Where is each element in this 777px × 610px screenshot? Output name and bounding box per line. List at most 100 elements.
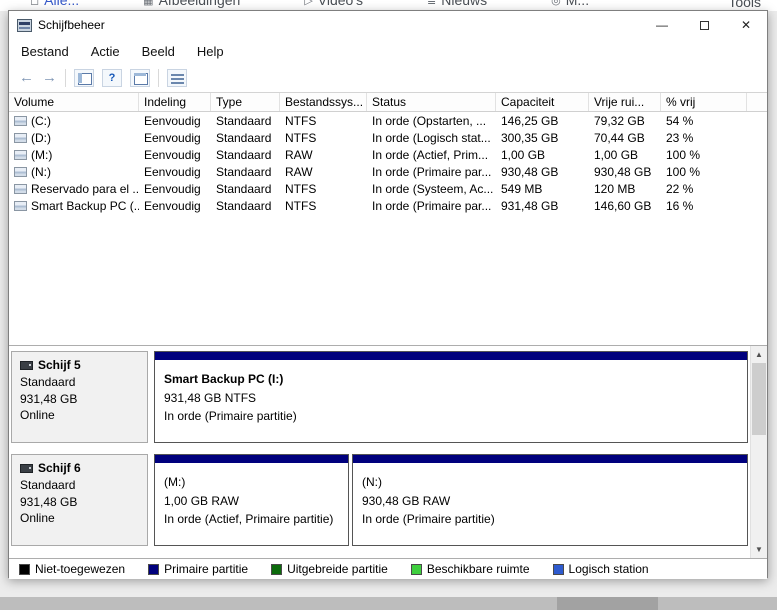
disk-info[interactable]: Schijf 6 Standaard 931,48 GB Online <box>11 454 148 546</box>
partition-smart-backup-pc[interactable]: Smart Backup PC (I:) 931,48 GB NTFS In o… <box>154 351 748 443</box>
cell-type: Standaard <box>211 129 280 146</box>
cell-type: Standaard <box>211 180 280 197</box>
menu-help[interactable]: Help <box>197 44 224 59</box>
column-capaciteit[interactable]: Capaciteit <box>496 93 589 111</box>
cell-volume: (D:) <box>31 131 51 145</box>
menu-actie[interactable]: Actie <box>91 44 120 59</box>
volume-icon <box>14 133 27 143</box>
legend-niet-toegewezen: Niet-toegewezen <box>19 562 125 576</box>
cell-status: In orde (Systeem, Ac... <box>367 180 496 197</box>
scroll-up-icon[interactable]: ▲ <box>751 346 767 363</box>
partition-status: In orde (Primaire partitie) <box>164 407 738 426</box>
disk-size: 931,48 GB <box>20 494 139 511</box>
cell-capaciteit: 300,35 GB <box>496 129 589 146</box>
menu-beeld[interactable]: Beeld <box>142 44 175 59</box>
window-controls: — ✕ <box>641 11 767 39</box>
tab-label: Alle... <box>44 0 79 8</box>
partition-m[interactable]: (M:) 1,00 GB RAW In orde (Actief, Primai… <box>154 454 349 546</box>
disk-status: Online <box>20 407 139 424</box>
toolbar: ← → ? <box>9 63 767 93</box>
action-pane-icon[interactable] <box>167 69 187 87</box>
partition-size: 931,48 GB NTFS <box>164 389 738 408</box>
disk-icon <box>20 464 33 473</box>
cell-capaciteit: 931,48 GB <box>496 197 589 214</box>
cell-volume: (C:) <box>31 114 51 128</box>
column-bestandssysteem[interactable]: Bestandssys... <box>280 93 367 111</box>
titlebar[interactable]: Schijfbeheer — ✕ <box>9 11 767 39</box>
list-header: Volume Indeling Type Bestandssys... Stat… <box>9 93 767 112</box>
cell-pct: 54 % <box>661 112 747 129</box>
properties-icon[interactable] <box>130 69 150 87</box>
menu-bestand[interactable]: Bestand <box>21 44 69 59</box>
image-icon: ▦ <box>143 0 153 7</box>
volume-icon <box>14 150 27 160</box>
partition-n[interactable]: (N:) 930,48 GB RAW In orde (Primaire par… <box>352 454 748 546</box>
tab-alle[interactable]: ◻ Alle... <box>30 0 79 8</box>
cell-status: In orde (Logisch stat... <box>367 129 496 146</box>
volume-icon <box>14 167 27 177</box>
taskbar-button[interactable] <box>557 597 658 610</box>
column-vrije-ruimte[interactable]: Vrije rui... <box>589 93 661 111</box>
disk-status: Online <box>20 510 139 527</box>
cell-capaciteit: 146,25 GB <box>496 112 589 129</box>
volume-icon <box>14 116 27 126</box>
cell-indeling: Eenvoudig <box>139 180 211 197</box>
legend-swatch <box>553 564 564 575</box>
column-volume[interactable]: Volume <box>9 93 139 111</box>
tab-nieuws[interactable]: ≣ Nieuws <box>427 0 487 8</box>
cell-type: Standaard <box>211 112 280 129</box>
table-row[interactable]: Smart Backup PC (... Eenvoudig Standaard… <box>9 197 767 214</box>
help-icon[interactable]: ? <box>102 69 122 87</box>
tab-maps[interactable]: ◎ M... <box>551 0 589 8</box>
cell-volume: (N:) <box>31 165 51 179</box>
disk-name: Schijf 5 <box>38 357 81 374</box>
column-filler <box>747 93 767 111</box>
column-indeling[interactable]: Indeling <box>139 93 211 111</box>
partition-color-bar <box>353 455 747 463</box>
vertical-scrollbar[interactable]: ▲ ▼ <box>750 346 767 558</box>
partition-color-bar <box>155 455 348 463</box>
console-tree-icon[interactable] <box>74 69 94 87</box>
legend-label: Uitgebreide partitie <box>287 562 388 576</box>
cell-capaciteit: 1,00 GB <box>496 146 589 163</box>
maximize-button[interactable] <box>683 11 725 39</box>
scroll-down-icon[interactable]: ▼ <box>751 541 767 558</box>
legend-label: Logisch station <box>569 562 649 576</box>
cell-capaciteit: 930,48 GB <box>496 163 589 180</box>
table-row[interactable]: Reservado para el ... Eenvoudig Standaar… <box>9 180 767 197</box>
tab-videos[interactable]: ▷ Video's <box>304 0 363 8</box>
disk-name: Schijf 6 <box>38 460 81 477</box>
toolbar-separator <box>65 69 66 87</box>
cell-volume: Smart Backup PC (... <box>31 199 139 213</box>
cell-volume: Reservado para el ... <box>31 182 139 196</box>
cell-type: Standaard <box>211 163 280 180</box>
tab-afbeeldingen[interactable]: ▦ Afbeeldingen <box>143 0 240 8</box>
column-type[interactable]: Type <box>211 93 280 111</box>
tools-link[interactable]: Tools <box>728 0 761 10</box>
disk-type: Standaard <box>20 477 139 494</box>
disk-management-window: Schijfbeheer — ✕ Bestand Actie Beeld Hel… <box>8 10 768 578</box>
scrollbar-thumb[interactable] <box>752 363 766 435</box>
column-pct-vrij[interactable]: % vrij <box>661 93 747 111</box>
partition-label: (M:) <box>164 473 339 492</box>
minimize-button[interactable]: — <box>641 11 683 39</box>
volume-icon <box>14 201 27 211</box>
legend-primaire-partitie: Primaire partitie <box>148 562 248 576</box>
column-status[interactable]: Status <box>367 93 496 111</box>
table-row[interactable]: (M:) Eenvoudig Standaard RAW In orde (Ac… <box>9 146 767 163</box>
forward-icon[interactable]: → <box>42 70 57 85</box>
close-button[interactable]: ✕ <box>725 11 767 39</box>
table-row[interactable]: (D:) Eenvoudig Standaard NTFS In orde (L… <box>9 129 767 146</box>
maximize-icon <box>700 21 709 30</box>
legend-beschikbare-ruimte: Beschikbare ruimte <box>411 562 530 576</box>
cell-indeling: Eenvoudig <box>139 129 211 146</box>
cell-vrij: 70,44 GB <box>589 129 661 146</box>
disk-icon <box>20 361 33 370</box>
back-icon[interactable]: ← <box>19 70 34 85</box>
table-row[interactable]: (N:) Eenvoudig Standaard RAW In orde (Pr… <box>9 163 767 180</box>
disk-management-app-icon <box>17 19 32 32</box>
cell-vrij: 79,32 GB <box>589 112 661 129</box>
table-row[interactable]: (C:) Eenvoudig Standaard NTFS In orde (O… <box>9 112 767 129</box>
toolbar-separator <box>158 69 159 87</box>
disk-info[interactable]: Schijf 5 Standaard 931,48 GB Online <box>11 351 148 443</box>
